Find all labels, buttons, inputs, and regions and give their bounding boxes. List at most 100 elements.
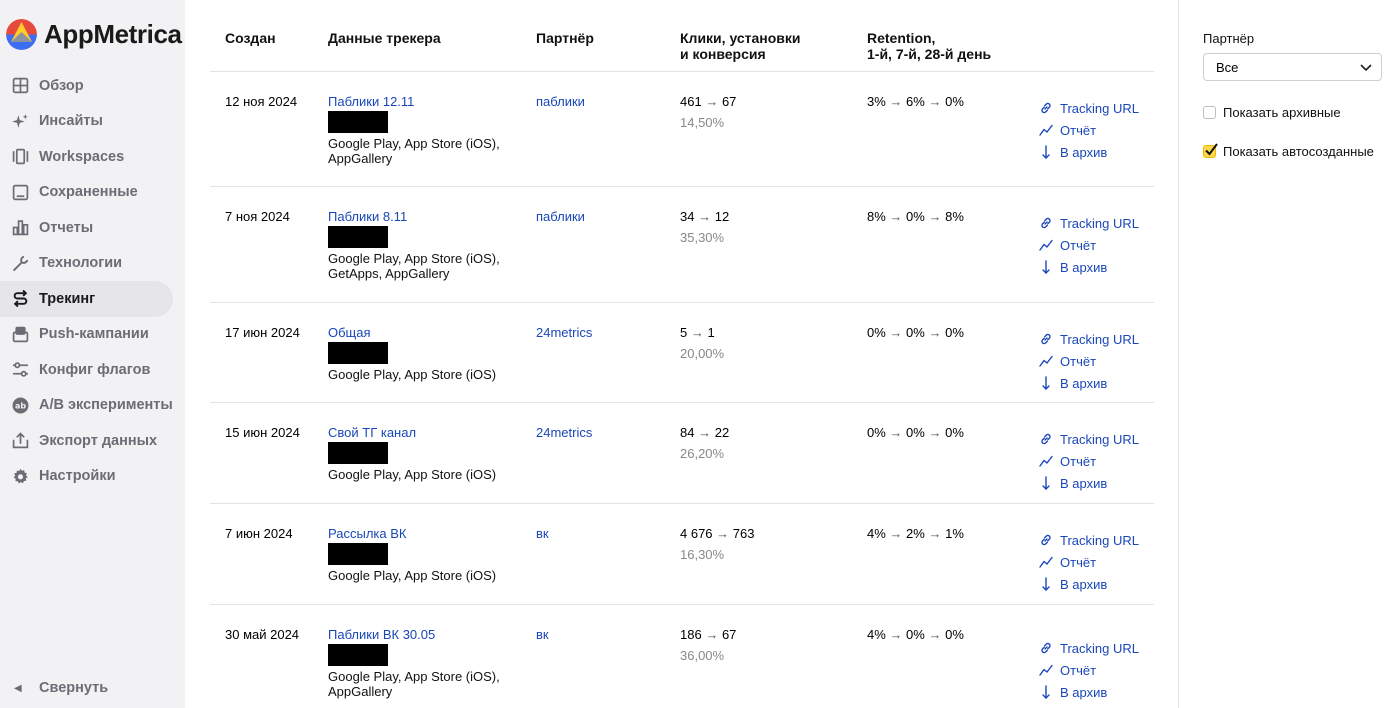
tracker-data: Паблики ВК 30.05 Google Play, App Store (… — [328, 627, 518, 699]
sidebar-item-flags-config[interactable]: Конфиг флагов — [0, 352, 173, 388]
partner-select[interactable]: Все — [1203, 53, 1382, 81]
retention-day1: 0% — [867, 425, 886, 440]
arrow-icon: → — [889, 425, 903, 440]
tracker-name-link[interactable]: Паблики 12.11 — [328, 94, 518, 109]
tracking-url-link[interactable]: Tracking URL — [1039, 328, 1139, 350]
created-date: 7 июн 2024 — [225, 526, 293, 541]
report-link[interactable]: Отчёт — [1039, 450, 1139, 472]
partner-link[interactable]: вк — [536, 526, 549, 541]
retention-values: 4% → 2% → 1% — [867, 526, 964, 541]
partner-link[interactable]: паблики — [536, 209, 585, 224]
clicks-installs: 34 → 12 35,30% — [680, 209, 729, 245]
header-retention[interactable]: Retention, 1-й, 7-й, 28-й день — [867, 30, 991, 62]
sidebar-item-workspaces[interactable]: Workspaces — [0, 139, 173, 175]
tracker-name-link[interactable]: Паблики 8.11 — [328, 209, 518, 224]
header-retention-line2: 1-й, 7-й, 28-й день — [867, 46, 992, 62]
partner-filter-label: Партнёр — [1203, 31, 1255, 46]
report-link[interactable]: Отчёт — [1039, 234, 1139, 256]
tracking-url-label: Tracking URL — [1060, 640, 1139, 656]
tracking-url-link[interactable]: Tracking URL — [1039, 428, 1139, 450]
show-archived-box[interactable] — [1203, 106, 1216, 119]
archive-link[interactable]: В архив — [1039, 141, 1139, 163]
header-clicks[interactable]: Клики, установки и конверсия — [680, 30, 801, 62]
sidebar-item-tracking[interactable]: Трекинг — [0, 281, 173, 317]
report-link[interactable]: Отчёт — [1039, 551, 1139, 573]
workspaces-icon — [11, 148, 29, 166]
archive-link[interactable]: В архив — [1039, 573, 1139, 595]
tracker-stores: Google Play, App Store (iOS), AppGallery — [328, 136, 500, 166]
trackers-table: Создан Данные трекера Партнёр Клики, уст… — [210, 0, 1154, 708]
partner-link[interactable]: паблики — [536, 94, 585, 109]
tracker-name-link[interactable]: Рассылка ВК — [328, 526, 518, 541]
tracker-data: Общая Google Play, App Store (iOS) — [328, 325, 518, 382]
tracker-stores: Google Play, App Store (iOS) — [328, 467, 497, 482]
chart-line-icon — [1039, 354, 1053, 368]
conversion-value: 20,00% — [680, 346, 725, 361]
archive-link[interactable]: В архив — [1039, 372, 1139, 394]
sidebar-item-data-export[interactable]: Экспорт данных — [0, 423, 173, 459]
header-retention-line1: Retention, — [867, 30, 936, 46]
header-created[interactable]: Создан — [225, 30, 276, 46]
collapse-sidebar-button[interactable]: ◀ Свернуть — [14, 680, 108, 696]
arrow-down-icon — [1039, 476, 1053, 490]
ab-icon: ab — [11, 396, 29, 414]
sidebar-nav: Обзор Инсайты Workspaces Сохраненные Отч… — [0, 68, 185, 494]
tracking-url-link[interactable]: Tracking URL — [1039, 212, 1139, 234]
tracking-url-link[interactable]: Tracking URL — [1039, 97, 1139, 119]
sidebar-item-technologies[interactable]: Технологии — [0, 246, 173, 282]
clicks-installs: 461 → 67 14,50% — [680, 94, 736, 130]
sidebar-item-overview[interactable]: Обзор — [0, 68, 173, 104]
report-label: Отчёт — [1060, 453, 1097, 469]
archive-link[interactable]: В архив — [1039, 681, 1139, 703]
table-row: 7 ноя 2024 Паблики 8.11 Google Play, App S… — [210, 187, 1154, 303]
tracking-url-link[interactable]: Tracking URL — [1039, 529, 1139, 551]
app-logo[interactable]: AppMetrica — [6, 18, 182, 50]
clicks-installs: 84 → 22 26,20% — [680, 425, 729, 461]
sidebar-item-reports[interactable]: Отчеты — [0, 210, 173, 246]
wrench-icon — [11, 254, 29, 272]
created-date: 17 июн 2024 — [225, 325, 300, 340]
tracking-url-link[interactable]: Tracking URL — [1039, 637, 1139, 659]
show-autocreated-box[interactable] — [1203, 143, 1218, 158]
sidebar-item-insights[interactable]: Инсайты — [0, 104, 173, 140]
sidebar-item-ab-experiments[interactable]: ab A/B эксперименты — [0, 388, 173, 424]
retention-day1: 4% — [867, 526, 886, 541]
tracker-name-link[interactable]: Паблики ВК 30.05 — [328, 627, 518, 642]
arrow-icon: → — [690, 325, 704, 340]
chart-line-icon — [1039, 663, 1053, 677]
sliders-icon — [11, 361, 29, 379]
row-actions: Tracking URL Отчёт В архив — [1039, 328, 1139, 394]
redacted-tracker-id — [328, 442, 388, 464]
retention-day7: 0% — [906, 627, 925, 642]
table-row: 7 июн 2024 Рассылка ВК Google Play, App St… — [210, 504, 1154, 605]
tracking-url-label: Tracking URL — [1060, 331, 1139, 347]
tracker-name-link[interactable]: Общая — [328, 325, 518, 340]
redacted-tracker-id — [328, 226, 388, 248]
report-label: Отчёт — [1060, 662, 1097, 678]
tracker-name-link[interactable]: Свой ТГ канал — [328, 425, 518, 440]
archive-label: В архив — [1060, 259, 1108, 275]
report-link[interactable]: Отчёт — [1039, 659, 1139, 681]
sidebar-item-label: Трекинг — [39, 290, 96, 307]
partner-link[interactable]: 24metrics — [536, 425, 592, 440]
arrow-icon: → — [889, 94, 903, 109]
sidebar-item-push-campaigns[interactable]: Push-кампании — [0, 317, 173, 353]
tracker-data: Рассылка ВК Google Play, App Store (iOS) — [328, 526, 518, 583]
sidebar-item-label: Настройки — [39, 468, 116, 485]
table-row: 17 июн 2024 Общая Google Play, App Store (… — [210, 303, 1154, 403]
sidebar-item-settings[interactable]: Настройки — [0, 459, 173, 495]
report-link[interactable]: Отчёт — [1039, 350, 1139, 372]
show-archived-checkbox[interactable]: Показать архивные — [1203, 105, 1341, 120]
archive-link[interactable]: В архив — [1039, 256, 1139, 278]
tracking-url-label: Tracking URL — [1060, 215, 1139, 231]
archive-link[interactable]: В архив — [1039, 472, 1139, 494]
gear-icon — [11, 467, 29, 485]
report-link[interactable]: Отчёт — [1039, 119, 1139, 141]
partner-link[interactable]: вк — [536, 627, 549, 642]
retention-day28: 0% — [945, 94, 964, 109]
retention-day7: 0% — [906, 325, 925, 340]
show-autocreated-checkbox[interactable]: Показать автосозданные — [1203, 143, 1374, 159]
partner-link[interactable]: 24metrics — [536, 325, 592, 340]
sidebar-item-saved[interactable]: Сохраненные — [0, 175, 173, 211]
sidebar-item-label: Инсайты — [39, 113, 103, 130]
